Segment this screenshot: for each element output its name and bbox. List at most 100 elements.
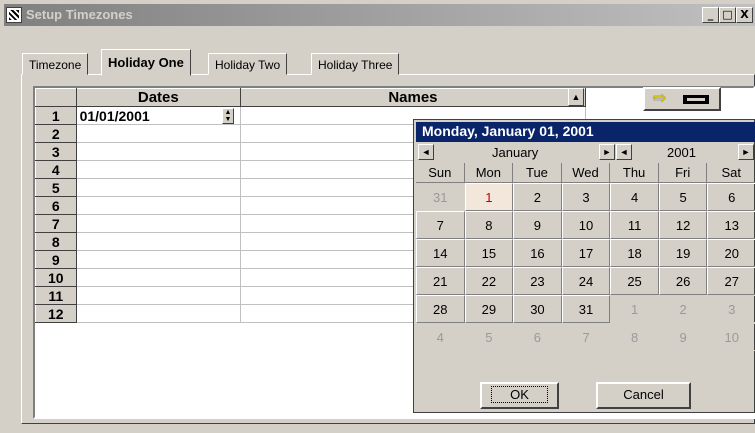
tab-holiday-three[interactable]: Holiday Three (311, 53, 400, 75)
calendar-day[interactable]: 28 (416, 295, 465, 323)
calendar-day[interactable]: 31 (561, 295, 611, 323)
weekday-label: Fri (658, 163, 708, 183)
weekday-label: Sun (416, 163, 465, 183)
close-button[interactable]: X (736, 7, 753, 23)
maximize-button[interactable]: □ (719, 7, 736, 23)
calendar-day[interactable]: 2 (658, 295, 708, 323)
weekday-label: Tue (513, 163, 562, 183)
calendar-day[interactable]: 5 (464, 323, 514, 351)
row-number[interactable]: 2 (35, 124, 77, 143)
year-label[interactable]: 2001 (667, 145, 696, 160)
calendar-buttons: OK Cancel (416, 379, 755, 411)
setup-timezones-window: Setup Timezones _ □ X Timezone Holiday O… (0, 0, 755, 433)
calendar-nav: ◄ January ► ◄ 2001 ► (416, 142, 755, 162)
row-number[interactable]: 4 (35, 160, 77, 179)
row-number[interactable]: 3 (35, 142, 77, 161)
calendar-day[interactable]: 1 (610, 295, 659, 323)
calendar-day[interactable]: 8 (610, 323, 659, 351)
calendar-day[interactable]: 30 (513, 295, 562, 323)
calendar-day[interactable]: 29 (464, 295, 514, 323)
row-number[interactable]: 8 (35, 232, 77, 251)
date-cell[interactable] (76, 214, 242, 233)
calendar-day[interactable]: 14 (416, 239, 465, 267)
calendar-day[interactable]: 10 (561, 211, 611, 239)
date-cell[interactable] (76, 196, 242, 215)
date-cell[interactable] (76, 178, 242, 197)
row-number[interactable]: 6 (35, 196, 77, 215)
date-cell[interactable] (76, 250, 242, 269)
month-label[interactable]: January (492, 145, 538, 160)
calendar-day[interactable]: 8 (464, 211, 514, 239)
calendar-day[interactable]: 21 (416, 267, 465, 295)
calendar-day-selected[interactable]: 1 (464, 183, 514, 211)
calendar-day[interactable]: 2 (513, 183, 562, 211)
tab-holiday-one[interactable]: Holiday One (101, 49, 191, 76)
calendar-day[interactable]: 31 (416, 183, 465, 211)
prev-year-icon[interactable]: ◄ (616, 144, 632, 160)
row-number[interactable]: 10 (35, 268, 77, 287)
calendar-day[interactable]: 18 (610, 239, 659, 267)
calendar-day[interactable]: 7 (561, 323, 611, 351)
app-icon (6, 7, 22, 23)
minus-bar-icon (683, 95, 709, 104)
ok-button[interactable]: OK (480, 382, 559, 409)
next-month-icon[interactable]: ► (599, 144, 615, 160)
calendar-day[interactable]: 6 (513, 323, 562, 351)
calendar-day[interactable]: 20 (707, 239, 755, 267)
row-number[interactable]: 12 (35, 304, 77, 323)
calendar-day[interactable]: 24 (561, 267, 611, 295)
date-cell[interactable]: 01/01/2001 ▲ ▼ (76, 106, 242, 125)
date-cell[interactable] (76, 124, 242, 143)
calendar-day[interactable]: 7 (416, 211, 465, 239)
export-button[interactable]: ⇨ (643, 87, 721, 111)
tab-holiday-two[interactable]: Holiday Two (208, 53, 288, 75)
weekday-label: Wed (561, 163, 611, 183)
date-cell[interactable] (76, 142, 242, 161)
calendar-day[interactable]: 26 (658, 267, 708, 295)
date-cell[interactable] (76, 232, 242, 251)
date-cell[interactable] (76, 286, 242, 305)
calendar-day[interactable]: 11 (610, 211, 659, 239)
row-number[interactable]: 1 (35, 106, 77, 125)
calendar-day[interactable]: 9 (513, 211, 562, 239)
calendar-day[interactable]: 5 (658, 183, 708, 211)
column-header-dates[interactable]: Dates (75, 88, 242, 107)
calendar-day[interactable]: 4 (610, 183, 659, 211)
tab-timezone[interactable]: Timezone (22, 53, 89, 75)
calendar-day[interactable]: 22 (464, 267, 514, 295)
next-year-icon[interactable]: ► (738, 144, 754, 160)
prev-month-icon[interactable]: ◄ (418, 144, 434, 160)
date-value: 01/01/2001 (79, 107, 150, 124)
calendar-selected-date: Monday, January 01, 2001 (416, 122, 755, 142)
calendar-day[interactable]: 4 (416, 323, 465, 351)
calendar-day[interactable]: 3 (707, 295, 755, 323)
calendar-day[interactable]: 13 (707, 211, 755, 239)
row-number[interactable]: 9 (35, 250, 77, 269)
calendar-day[interactable]: 16 (513, 239, 562, 267)
calendar-popup: Monday, January 01, 2001 ◄ January ► ◄ 2… (413, 119, 755, 413)
date-spinner-icon[interactable]: ▲ ▼ (222, 108, 234, 124)
calendar-day[interactable]: 3 (561, 183, 611, 211)
weekday-label: Sat (707, 163, 755, 183)
cancel-button[interactable]: Cancel (596, 382, 691, 409)
calendar-day[interactable]: 27 (707, 267, 755, 295)
calendar-day[interactable]: 12 (658, 211, 708, 239)
row-number[interactable]: 7 (35, 214, 77, 233)
calendar-day[interactable]: 10 (707, 323, 755, 351)
calendar-day[interactable]: 19 (658, 239, 708, 267)
row-number[interactable]: 5 (35, 178, 77, 197)
scroll-up-arrow-icon[interactable]: ▲ (568, 88, 584, 106)
calendar-day[interactable]: 15 (464, 239, 514, 267)
date-cell[interactable] (76, 268, 242, 287)
row-number[interactable]: 11 (35, 286, 77, 305)
column-header-names[interactable]: Names (240, 88, 586, 107)
calendar-day[interactable]: 6 (707, 183, 755, 211)
date-cell[interactable] (76, 160, 242, 179)
calendar-day[interactable]: 17 (561, 239, 611, 267)
date-cell[interactable] (76, 304, 242, 323)
calendar-day[interactable]: 9 (658, 323, 708, 351)
calendar-day[interactable]: 23 (513, 267, 562, 295)
calendar-day[interactable]: 25 (610, 267, 659, 295)
title-bar[interactable]: Setup Timezones _ □ X (4, 4, 755, 26)
minimize-button[interactable]: _ (702, 7, 719, 23)
